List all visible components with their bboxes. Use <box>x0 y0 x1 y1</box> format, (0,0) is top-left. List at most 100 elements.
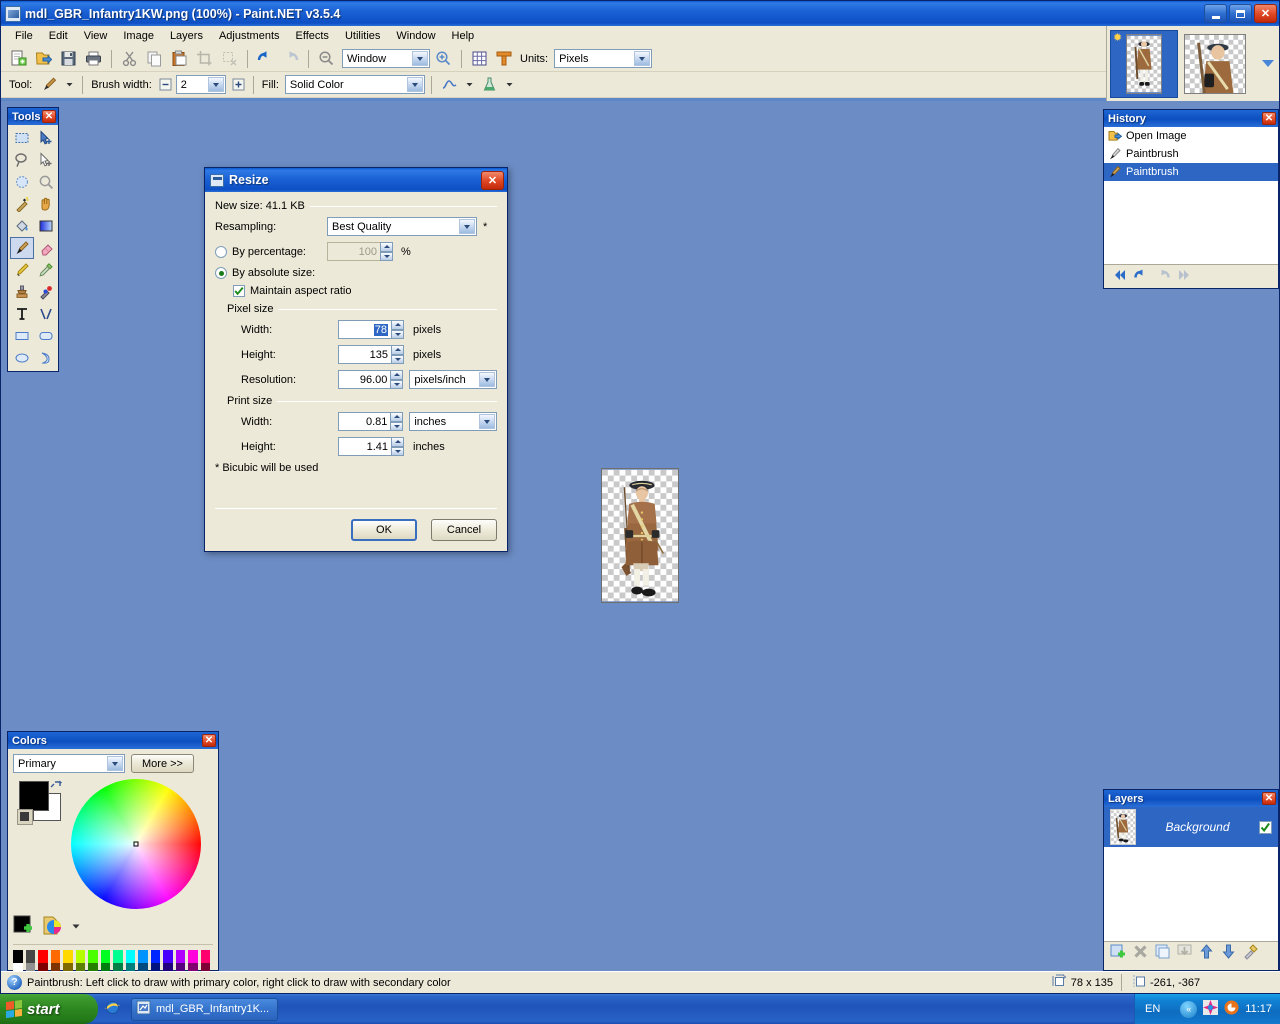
blend-dropdown-arrow[interactable] <box>503 74 516 96</box>
print-icon[interactable] <box>82 48 105 70</box>
rectangle-select-tool[interactable] <box>10 127 34 149</box>
gradient-tool[interactable] <box>34 215 58 237</box>
pixel-height-input[interactable]: 135 <box>338 345 392 364</box>
history-item-paintbrush-1[interactable]: Paintbrush <box>1104 145 1278 163</box>
move-selection-tool[interactable] <box>34 149 58 171</box>
text-tool[interactable] <box>10 303 34 325</box>
palette-swatch[interactable] <box>201 950 211 963</box>
palette-swatch[interactable] <box>151 950 161 963</box>
history-list[interactable]: Open Image Paintbrush Paintbrush <box>1104 127 1278 265</box>
freeform-shape-tool[interactable] <box>34 347 58 369</box>
thumbnail-second[interactable] <box>1181 30 1249 98</box>
cut-icon[interactable] <box>118 48 141 70</box>
redo-icon[interactable] <box>279 48 302 70</box>
antialiasing-icon[interactable] <box>438 74 461 96</box>
paintbrush-icon[interactable] <box>38 74 61 96</box>
tool-dropdown-arrow[interactable] <box>63 74 76 96</box>
by-absolute-radio[interactable] <box>215 267 227 279</box>
tray-colorful-icon[interactable] <box>1203 1000 1218 1018</box>
color-mode-combo[interactable]: Primary <box>13 754 125 773</box>
resolution-spinner[interactable] <box>390 370 403 389</box>
chevron-down-icon[interactable] <box>412 51 428 66</box>
thumbnail-active[interactable]: ✹ <box>1110 30 1178 98</box>
pan-tool[interactable] <box>34 193 58 215</box>
zoom-out-icon[interactable] <box>315 48 338 70</box>
internet-explorer-icon[interactable] <box>104 999 121 1019</box>
antialias-dropdown-arrow[interactable] <box>463 74 476 96</box>
add-to-palette-icon[interactable] <box>13 915 34 939</box>
palette-swatch[interactable] <box>163 950 173 963</box>
resampling-combo[interactable]: Best Quality <box>327 217 477 236</box>
menu-effects[interactable]: Effects <box>288 28 337 44</box>
palette-swatch[interactable] <box>113 950 123 963</box>
resolution-unit-combo[interactable]: pixels/inch <box>409 370 497 389</box>
chevron-down-icon[interactable] <box>459 219 475 234</box>
move-layer-up-icon[interactable] <box>1198 943 1215 963</box>
by-percentage-row[interactable]: By percentage: 100 % <box>215 242 497 261</box>
forward-all-icon[interactable] <box>1177 268 1192 285</box>
ellipse-select-tool[interactable] <box>10 171 34 193</box>
ellipse-shape-tool[interactable] <box>10 347 34 369</box>
taskbar-item-paintnet[interactable]: mdl_GBR_Infantry1K... <box>131 998 278 1021</box>
zoom-tool[interactable] <box>34 171 58 193</box>
layer-properties-icon[interactable] <box>1242 943 1259 963</box>
crop-to-selection-icon[interactable] <box>193 48 216 70</box>
palette-swatch[interactable] <box>76 950 86 963</box>
resize-dialog-close-button[interactable]: ✕ <box>481 171 504 190</box>
menu-file[interactable]: File <box>7 28 41 44</box>
minus-box-icon[interactable] <box>158 74 174 96</box>
palette-swatch[interactable] <box>176 950 186 963</box>
minimize-button[interactable] <box>1204 4 1227 23</box>
close-icon[interactable]: ✕ <box>1262 112 1276 125</box>
layer-row-background[interactable]: Background <box>1104 807 1278 847</box>
redo-icon[interactable] <box>1155 268 1171 285</box>
paint-bucket-tool[interactable] <box>10 215 34 237</box>
rulers-icon[interactable] <box>493 48 516 70</box>
thumbnail-scroll-down-icon[interactable] <box>1260 56 1276 72</box>
units-combo[interactable]: Pixels <box>554 49 652 68</box>
color-picker-tool[interactable] <box>34 259 58 281</box>
plus-box-icon[interactable] <box>231 74 247 96</box>
print-height-spinner[interactable] <box>391 437 404 456</box>
grid-icon[interactable] <box>468 48 491 70</box>
chevron-down-icon[interactable] <box>208 77 224 92</box>
menu-utilities[interactable]: Utilities <box>337 28 388 44</box>
zoom-in-icon[interactable] <box>432 48 455 70</box>
clone-stamp-tool[interactable] <box>10 281 34 303</box>
rewind-all-icon[interactable] <box>1112 268 1127 285</box>
recolor-tool[interactable] <box>34 281 58 303</box>
chevron-down-icon[interactable] <box>479 414 495 429</box>
history-item-paintbrush-2[interactable]: Paintbrush <box>1104 163 1278 181</box>
close-icon[interactable]: ✕ <box>1262 792 1276 805</box>
start-button[interactable]: start <box>0 994 98 1024</box>
print-width-unit-combo[interactable]: inches <box>409 412 497 431</box>
menu-window[interactable]: Window <box>388 28 443 44</box>
swap-colors-icon[interactable] <box>49 779 63 796</box>
close-button[interactable]: ✕ <box>1254 4 1277 23</box>
pencil-tool[interactable] <box>10 259 34 281</box>
palette-swatch[interactable] <box>13 950 23 963</box>
history-item-open-image[interactable]: Open Image <box>1104 127 1278 145</box>
line-curve-tool[interactable] <box>34 303 58 325</box>
palette-swatch[interactable] <box>138 950 148 963</box>
duplicate-layer-icon[interactable] <box>1154 943 1171 963</box>
chevron-down-icon[interactable] <box>107 756 123 771</box>
pixel-width-spinner[interactable] <box>391 320 404 339</box>
palette-swatch[interactable] <box>126 950 136 963</box>
language-indicator[interactable]: EN <box>1145 1003 1174 1015</box>
chevron-down-icon[interactable] <box>71 921 81 934</box>
menu-view[interactable]: View <box>76 28 116 44</box>
undo-icon[interactable] <box>1133 268 1149 285</box>
palette-swatch[interactable] <box>101 950 111 963</box>
menu-layers[interactable]: Layers <box>162 28 211 44</box>
palette-swatch[interactable] <box>26 950 36 963</box>
maintain-aspect-row[interactable]: Maintain aspect ratio <box>233 285 497 297</box>
reset-colors-icon[interactable] <box>17 809 33 825</box>
merge-layer-down-icon[interactable] <box>1176 943 1193 963</box>
print-width-spinner[interactable] <box>390 412 403 431</box>
close-icon[interactable]: ✕ <box>202 734 216 747</box>
open-icon[interactable] <box>32 48 55 70</box>
lasso-select-tool[interactable] <box>10 149 34 171</box>
resolution-input[interactable]: 96.00 <box>338 370 392 389</box>
palette-swatch[interactable] <box>63 950 73 963</box>
